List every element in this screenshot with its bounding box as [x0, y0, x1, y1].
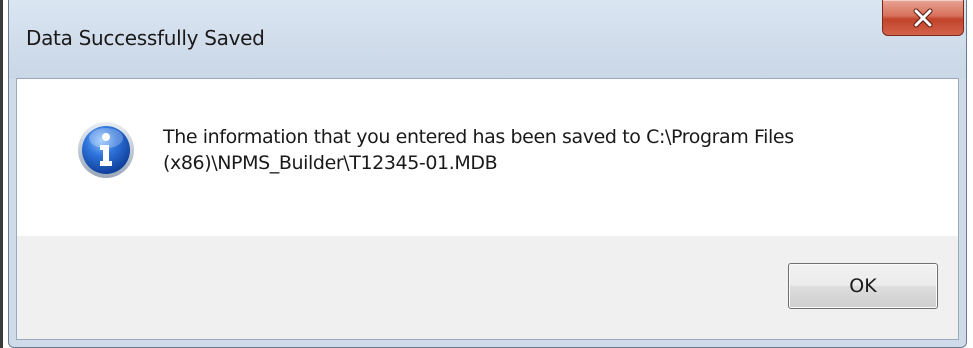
- message-dialog: Data Successfully Saved The information …: [8, 0, 967, 348]
- background-window-edge: [0, 0, 3, 348]
- close-button[interactable]: [882, 0, 964, 36]
- info-icon: [78, 122, 134, 178]
- dialog-client-area: The information that you entered has bee…: [16, 78, 959, 340]
- title-bar[interactable]: Data Successfully Saved: [9, 0, 966, 78]
- close-icon: [913, 8, 933, 27]
- message-text: The information that you entered has bee…: [163, 126, 794, 174]
- ok-button[interactable]: OK: [788, 263, 938, 309]
- dialog-title: Data Successfully Saved: [26, 26, 265, 50]
- message-area: The information that you entered has bee…: [17, 79, 958, 236]
